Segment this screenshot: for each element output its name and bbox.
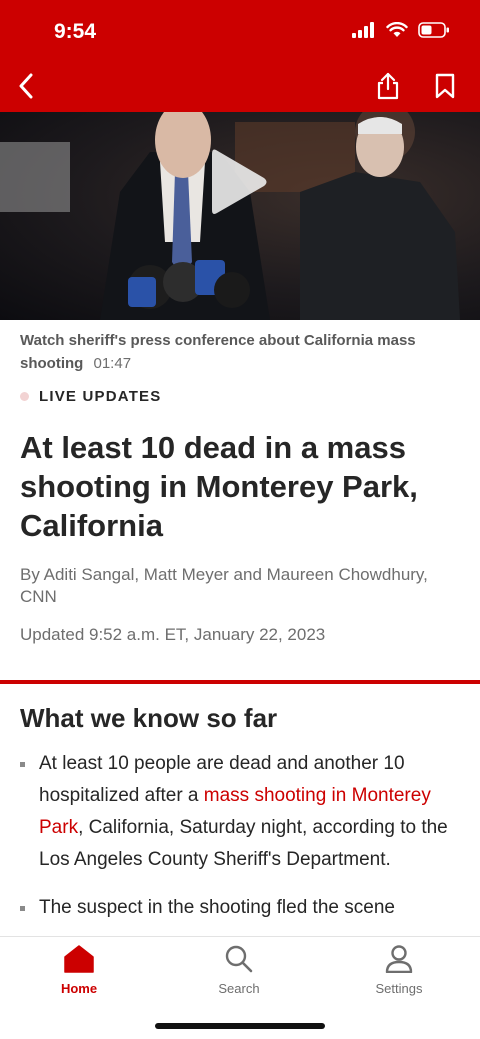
article-byline: By Aditi Sangal, Matt Meyer and Maureen … xyxy=(20,565,428,606)
bookmark-icon xyxy=(435,73,455,99)
video-caption-text: Watch sheriff's press conference about C… xyxy=(20,332,416,372)
signal-icon xyxy=(352,22,374,38)
section-title: What we know so far xyxy=(20,703,278,733)
tab-settings[interactable]: Settings xyxy=(349,945,449,996)
list-item: The suspect in the shooting fled the sce… xyxy=(20,892,460,924)
list-item-text: , California, Saturday night, according … xyxy=(39,817,448,870)
live-label-text: LIVE UPDATES xyxy=(39,388,162,405)
tab-home-label: Home xyxy=(60,981,98,996)
play-icon[interactable] xyxy=(210,146,270,218)
tab-search[interactable]: Search xyxy=(189,945,289,996)
tab-search-label: Search xyxy=(218,981,260,996)
tab-settings-label: Settings xyxy=(375,981,423,996)
bookmark-button[interactable] xyxy=(425,66,465,106)
tab-home[interactable]: Home xyxy=(29,945,129,996)
summary-list: At least 10 people are dead and another … xyxy=(20,748,460,936)
article-headline: At least 10 dead in a mass shooting in M… xyxy=(20,430,418,543)
share-button[interactable] xyxy=(368,66,408,106)
bullet-icon xyxy=(20,906,25,911)
article-updated-time: Updated 9:52 a.m. ET, January 22, 2023 xyxy=(20,625,326,644)
back-button[interactable] xyxy=(6,66,46,106)
status-time: 9:54 xyxy=(54,20,97,43)
video-duration: 01:47 xyxy=(93,355,132,372)
home-icon xyxy=(64,945,94,973)
tab-bar: Home Search Settings xyxy=(0,936,480,1039)
bullet-icon xyxy=(20,762,25,767)
nav-bar xyxy=(0,60,480,112)
live-updates-label: LIVE UPDATES xyxy=(20,388,161,405)
section-divider xyxy=(0,680,480,684)
status-bar: 9:54 xyxy=(0,0,480,60)
list-item-text: The suspect in the shooting fled the sce… xyxy=(39,897,395,918)
person-icon xyxy=(385,945,413,973)
wifi-icon xyxy=(386,22,408,37)
video-player[interactable] xyxy=(0,112,480,320)
chevron-left-icon xyxy=(19,73,33,99)
share-icon xyxy=(377,72,399,100)
status-icons xyxy=(352,22,450,38)
live-dot-icon xyxy=(20,392,29,401)
battery-icon xyxy=(418,22,449,38)
video-caption[interactable]: Watch sheriff's press conference about C… xyxy=(20,329,450,375)
search-icon xyxy=(225,945,253,973)
list-item: At least 10 people are dead and another … xyxy=(20,748,460,876)
home-indicator[interactable] xyxy=(155,1023,325,1029)
